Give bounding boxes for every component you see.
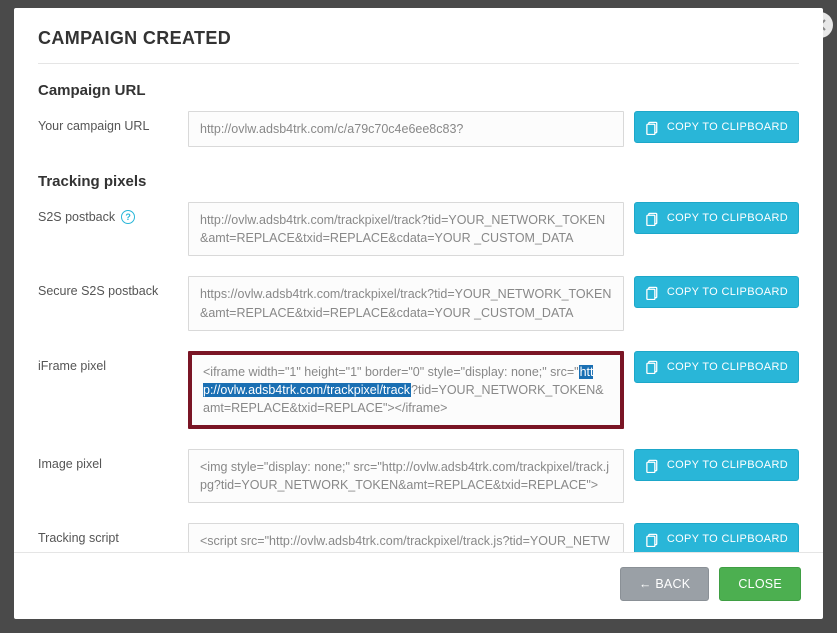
section-campaign-url-heading: Campaign URL <box>38 82 799 99</box>
label-campaign-url: Your campaign URL <box>38 111 178 133</box>
row-secure-s2s: Secure S2S postback https://ovlw.adsb4tr… <box>38 276 799 330</box>
label-secure-s2s: Secure S2S postback <box>38 276 178 298</box>
value-image[interactable]: <img style="display: none;" src="http://… <box>188 449 624 503</box>
row-campaign-url: Your campaign URL http://ovlw.adsb4trk.c… <box>38 111 799 147</box>
modal: CAMPAIGN CREATED Campaign URL Your campa… <box>14 8 823 619</box>
value-script[interactable]: <script src="http://ovlw.adsb4trk.com/tr… <box>188 523 624 552</box>
copy-s2s-button[interactable]: COPY TO CLIPBOARD <box>634 202 799 234</box>
copy-image-button[interactable]: COPY TO CLIPBOARD <box>634 449 799 481</box>
label-image: Image pixel <box>38 449 178 471</box>
clipboard-icon <box>645 285 660 300</box>
copy-label: COPY TO CLIPBOARD <box>667 533 788 545</box>
clipboard-icon <box>645 120 660 135</box>
copy-iframe-button[interactable]: COPY TO CLIPBOARD <box>634 351 799 383</box>
clipboard-icon <box>645 359 660 374</box>
close-button[interactable]: CLOSE <box>719 567 801 601</box>
value-secure-s2s[interactable]: https://ovlw.adsb4trk.com/trackpixel/tra… <box>188 276 624 330</box>
copy-label: COPY TO CLIPBOARD <box>667 121 788 133</box>
row-script: Tracking script <script src="http://ovlw… <box>38 523 799 552</box>
clipboard-icon <box>645 532 660 547</box>
row-s2s: S2S postback ? http://ovlw.adsb4trk.com/… <box>38 202 799 256</box>
value-iframe[interactable]: <iframe width="1" height="1" border="0" … <box>188 351 624 429</box>
label-iframe: iFrame pixel <box>38 351 178 373</box>
value-s2s[interactable]: http://ovlw.adsb4trk.com/trackpixel/trac… <box>188 202 624 256</box>
copy-campaign-url-button[interactable]: COPY TO CLIPBOARD <box>634 111 799 143</box>
section-tracking-pixels-heading: Tracking pixels <box>38 173 799 190</box>
clipboard-icon <box>645 458 660 473</box>
copy-label: COPY TO CLIPBOARD <box>667 286 788 298</box>
copy-label: COPY TO CLIPBOARD <box>667 212 788 224</box>
modal-footer: ← BACK CLOSE <box>14 552 823 619</box>
row-image: Image pixel <img style="display: none;" … <box>38 449 799 503</box>
copy-secure-s2s-button[interactable]: COPY TO CLIPBOARD <box>634 276 799 308</box>
copy-label: COPY TO CLIPBOARD <box>667 459 788 471</box>
back-button[interactable]: ← BACK <box>620 567 710 601</box>
modal-title: CAMPAIGN CREATED <box>38 28 799 49</box>
label-s2s: S2S postback ? <box>38 202 178 224</box>
divider <box>38 63 799 64</box>
clipboard-icon <box>645 211 660 226</box>
help-icon[interactable]: ? <box>121 210 135 224</box>
modal-body: CAMPAIGN CREATED Campaign URL Your campa… <box>14 8 823 552</box>
copy-label: COPY TO CLIPBOARD <box>667 361 788 373</box>
value-campaign-url[interactable]: http://ovlw.adsb4trk.com/c/a79c70c4e6ee8… <box>188 111 624 147</box>
label-script: Tracking script <box>38 523 178 545</box>
row-iframe: iFrame pixel <iframe width="1" height="1… <box>38 351 799 429</box>
copy-script-button[interactable]: COPY TO CLIPBOARD <box>634 523 799 552</box>
